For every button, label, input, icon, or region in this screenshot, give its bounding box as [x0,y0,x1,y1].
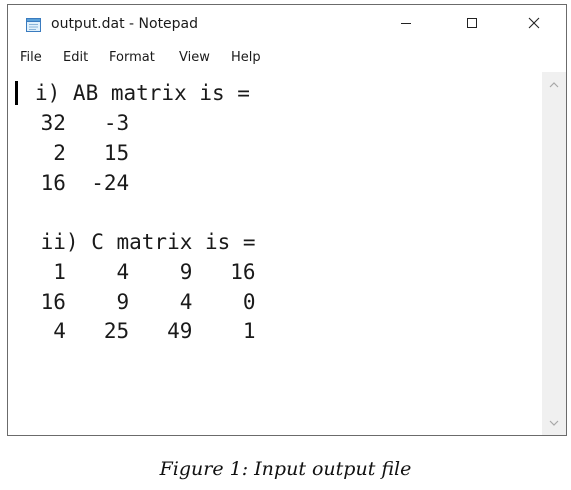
scroll-down-arrow-icon [549,413,559,431]
editor-line: ii) C matrix is = [28,230,256,254]
close-icon [528,16,540,34]
editor-line: 16 9 4 0 [28,290,256,314]
maximize-button[interactable] [449,5,495,45]
window-title: output.dat - Notepad [51,16,199,32]
title-bar[interactable]: output.dat - Notepad [8,5,566,45]
scroll-up-button[interactable] [542,75,566,93]
close-button[interactable] [511,5,557,45]
minimize-button[interactable] [383,5,429,45]
menu-bar: File Edit Format View Help [8,45,566,71]
vertical-scrollbar[interactable] [542,72,566,435]
scroll-up-arrow-icon [549,75,559,93]
menu-help[interactable]: Help [231,50,261,65]
text-caret [15,81,18,105]
notepad-window: output.dat - Notepad File Edit Format Vi… [7,4,567,436]
scroll-down-button[interactable] [542,413,566,431]
editor-line: 4 25 49 1 [28,319,256,343]
menu-file[interactable]: File [20,50,42,65]
editor-line: i) AB matrix is = [35,81,250,105]
figure-caption: Figure 1: Input output file [159,458,412,480]
editor-line: 2 15 [28,141,130,165]
editor-line: 1 4 9 16 [28,260,256,284]
menu-view[interactable]: View [179,50,210,65]
editor-line: 16 -24 [28,171,130,195]
maximize-icon [466,16,478,34]
notepad-icon [25,16,43,33]
editor-line: 32 -3 [28,111,130,135]
menu-edit[interactable]: Edit [63,50,88,65]
minimize-icon [400,16,412,34]
menu-format[interactable]: Format [109,50,155,65]
text-editor[interactable]: i) AB matrix is = 32 -3 2 15 16 -24 ii) … [8,72,542,435]
screenshot: output.dat - Notepad File Edit Format Vi… [0,0,571,490]
